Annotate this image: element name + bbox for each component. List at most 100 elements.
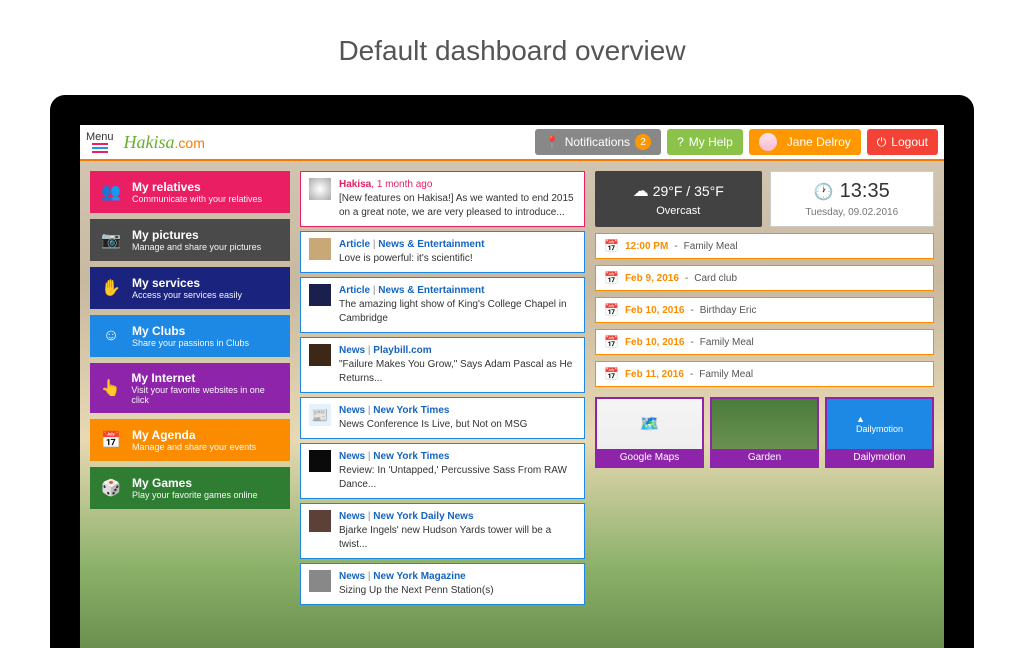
feed-thumb — [309, 238, 331, 260]
feed-thumb — [309, 284, 331, 306]
shortcut-garden[interactable]: Garden — [710, 397, 819, 468]
power-icon: ⏻ — [877, 135, 887, 150]
nav-pictures[interactable]: 📷 My picturesManage and share your pictu… — [90, 219, 290, 261]
agenda-date: Feb 10, 2016 — [625, 337, 684, 348]
nav-title: My Internet — [131, 371, 280, 385]
agenda-date: Feb 11, 2016 — [625, 369, 684, 380]
feed-body: The amazing light show of King's College… — [339, 299, 567, 324]
nav-relatives[interactable]: 👥 My relativesCommunicate with your rela… — [90, 171, 290, 213]
feed-body: Sizing Up the Next Penn Station(s) — [339, 585, 494, 596]
weather-temp: 29°F / 35°F — [653, 183, 724, 199]
feed-cat: Article — [339, 285, 370, 296]
feed-src: New York Times — [373, 451, 449, 462]
weather-widget[interactable]: ☁29°F / 35°F Overcast — [595, 171, 762, 227]
notifications-label: Notifications — [565, 135, 630, 149]
logo[interactable]: Hakisa.com — [120, 132, 205, 153]
nav-agenda[interactable]: 📅 My AgendaManage and share your events — [90, 419, 290, 461]
agenda-text: Card club — [694, 273, 737, 284]
shortcut-label: Google Maps — [597, 449, 702, 466]
dice-icon: 🎲 — [100, 477, 122, 499]
user-button[interactable]: Jane Delroy — [749, 129, 861, 155]
nav-sub: Share your passions in Clubs — [132, 338, 249, 348]
nav-sub: Communicate with your relatives — [132, 194, 262, 204]
shortcut-label: Garden — [712, 449, 817, 466]
feed-src: Playbill.com — [373, 345, 431, 356]
nav-sub: Visit your favorite websites in one clic… — [131, 385, 280, 405]
calendar-icon: 📅 — [604, 335, 619, 349]
smile-icon: ☺ — [100, 325, 122, 347]
agenda-text: Birthday Eric — [700, 305, 757, 316]
feed-item[interactable]: Hakisa, 1 month ago[New features on Haki… — [300, 171, 585, 227]
weather-time-row: ☁29°F / 35°F Overcast 🕐 13:35 Tuesday, 09… — [595, 171, 934, 227]
clock-icon: 🕐 — [814, 182, 834, 202]
people-icon: 👥 — [100, 181, 122, 203]
feed-cat: News — [339, 405, 365, 416]
nav-title: My Agenda — [132, 428, 256, 442]
calendar-icon: 📅 — [604, 303, 619, 317]
notifications-button[interactable]: 📍 Notifications 2 — [535, 129, 661, 155]
dashboard: 👥 My relativesCommunicate with your rela… — [80, 161, 944, 648]
monitor-frame: Menu Hakisa.com 📍 Notifications 2 ? My H… — [50, 95, 974, 648]
feed-body: Review: In 'Untapped,' Percussive Sass F… — [339, 465, 567, 490]
feed-item[interactable]: Article | News & EntertainmentThe amazin… — [300, 277, 585, 333]
feed-cat: News — [339, 571, 365, 582]
agenda-item[interactable]: 📅Feb 11, 2016 - Family Meal — [595, 361, 934, 387]
agenda-date: Feb 9, 2016 — [625, 273, 679, 284]
feed-cat: News — [339, 345, 365, 356]
maps-icon: 🗺️ — [597, 399, 702, 449]
feed-item[interactable]: Article | News & EntertainmentLove is po… — [300, 231, 585, 273]
feed-item[interactable]: News | Playbill.com"Failure Makes You Gr… — [300, 337, 585, 393]
nav-internet[interactable]: 👆 My InternetVisit your favorite website… — [90, 363, 290, 413]
logo-suffix: .com — [175, 135, 205, 151]
feed-item[interactable]: 📰 News | New York TimesNews Conference I… — [300, 397, 585, 439]
news-icon: 📰 — [309, 404, 331, 426]
avatar — [759, 133, 777, 151]
screen: Menu Hakisa.com 📍 Notifications 2 ? My H… — [80, 125, 944, 648]
help-button[interactable]: ? My Help — [667, 129, 743, 155]
logo-text: Hakisa — [124, 132, 175, 152]
dailymotion-icon: ▲Dailymotion — [827, 399, 932, 449]
agenda-date: 12:00 PM — [625, 241, 668, 252]
agenda-item[interactable]: 📅Feb 10, 2016 - Family Meal — [595, 329, 934, 355]
agenda-item[interactable]: 📅12:00 PM - Family Meal — [595, 233, 934, 259]
nav-services[interactable]: ✋ My servicesAccess your services easily — [90, 267, 290, 309]
nav-games[interactable]: 🎲 My GamesPlay your favorite games onlin… — [90, 467, 290, 509]
clock-widget: 🕐 13:35 Tuesday, 09.02.2016 — [770, 171, 935, 227]
menu-label-text: Menu — [86, 131, 114, 143]
page-heading: Default dashboard overview — [0, 0, 1024, 92]
user-name: Jane Delroy — [787, 135, 851, 149]
feed-item[interactable]: News | New York TimesReview: In 'Untappe… — [300, 443, 585, 499]
shortcut-google-maps[interactable]: 🗺️ Google Maps — [595, 397, 704, 468]
calendar-icon: 📅 — [604, 239, 619, 253]
feed-cat: Article — [339, 239, 370, 250]
calendar-icon: 📅 — [100, 429, 122, 451]
feed-source: Hakisa — [339, 179, 371, 190]
clock-time: 13:35 — [840, 180, 890, 203]
hand-icon: ✋ — [100, 277, 122, 299]
agenda-date: Feb 10, 2016 — [625, 305, 684, 316]
nav-clubs[interactable]: ☺ My ClubsShare your passions in Clubs — [90, 315, 290, 357]
agenda-item[interactable]: 📅Feb 10, 2016 - Birthday Eric — [595, 297, 934, 323]
logout-button[interactable]: ⏻ Logout — [867, 129, 938, 155]
pin-icon: 📍 — [545, 135, 560, 149]
feed-item[interactable]: News | New York Daily NewsBjarke Ingels'… — [300, 503, 585, 559]
right-column: ☁29°F / 35°F Overcast 🕐 13:35 Tuesday, 09… — [595, 171, 934, 638]
nav-sub: Manage and share your events — [132, 442, 256, 452]
feed-item[interactable]: News | New York MagazineSizing Up the Ne… — [300, 563, 585, 605]
feed-cat: News — [339, 451, 365, 462]
agenda-text: Family Meal — [684, 241, 738, 252]
feed-body: News Conference Is Live, but Not on MSG — [339, 419, 527, 430]
feed-cat: News — [339, 511, 365, 522]
feed-body: Love is powerful: it's scientific! — [339, 253, 473, 264]
nav-title: My pictures — [132, 228, 261, 242]
feed-src: New York Times — [373, 405, 449, 416]
question-icon: ? — [677, 135, 684, 149]
shortcut-dailymotion[interactable]: ▲Dailymotion Dailymotion — [825, 397, 934, 468]
agenda-item[interactable]: 📅Feb 9, 2016 - Card club — [595, 265, 934, 291]
menu-button[interactable]: Menu — [86, 131, 114, 153]
feed-src: News & Entertainment — [378, 285, 484, 296]
feed-src: New York Daily News — [373, 511, 473, 522]
clock-date: Tuesday, 09.02.2016 — [779, 207, 926, 218]
nav-sub: Access your services easily — [132, 290, 242, 300]
feed-src: New York Magazine — [373, 571, 465, 582]
